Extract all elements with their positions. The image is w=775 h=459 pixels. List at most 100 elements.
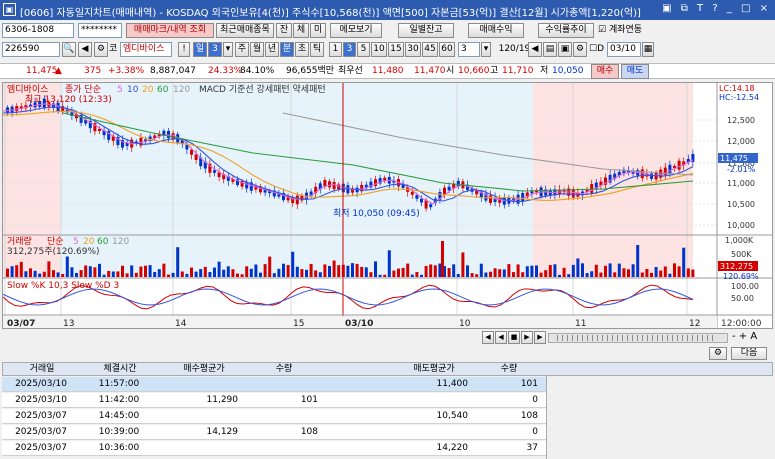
- date-checkbox[interactable]: ☐D: [589, 42, 604, 56]
- week-button[interactable]: 주: [235, 42, 249, 57]
- volume-bar: [493, 268, 497, 277]
- interval-60[interactable]: 60: [439, 42, 455, 57]
- volume-bar: [521, 272, 525, 277]
- warning-icon[interactable]: !: [178, 42, 190, 57]
- interval-10[interactable]: 10: [371, 42, 387, 57]
- next-button[interactable]: 다음: [731, 347, 767, 360]
- table-cell: 101: [300, 395, 318, 405]
- stock-name-field[interactable]: 엠디바이스: [120, 42, 172, 57]
- gear-icon[interactable]: ⚙: [573, 42, 587, 57]
- save-icon[interactable]: ▣: [558, 42, 572, 57]
- volume-bar: [29, 268, 32, 277]
- table-cell: 2025/03/07: [15, 427, 67, 437]
- settings-icon[interactable]: ⚙: [94, 42, 108, 57]
- volume-bar: [199, 269, 203, 277]
- day-button[interactable]: 일: [193, 42, 207, 57]
- nav-prev[interactable]: ◀: [495, 331, 507, 344]
- chevron-down-icon[interactable]: ▾: [481, 42, 491, 57]
- table-row[interactable]: 2025/03/10 11:57:00 11,400 101: [2, 377, 546, 392]
- daily-balance-button[interactable]: 일별잔고: [398, 23, 454, 38]
- year-button[interactable]: 년: [265, 42, 279, 57]
- table-cell: 11:42:00: [98, 395, 140, 405]
- chevron-left-icon[interactable]: ◀: [528, 42, 542, 57]
- session-band: [533, 83, 693, 235]
- speaker-icon[interactable]: ◀: [78, 42, 92, 57]
- gear-icon[interactable]: ⚙: [709, 347, 727, 360]
- balance-button[interactable]: 잔: [276, 23, 292, 38]
- volume-bar: [581, 263, 584, 277]
- interval-3[interactable]: 3: [343, 42, 356, 57]
- volume-bar: [75, 272, 78, 277]
- up-arrow-icon: ▲: [55, 66, 62, 76]
- price-tick: 10,500: [727, 200, 755, 209]
- date-input[interactable]: 03/10: [607, 42, 641, 57]
- tick-button[interactable]: 틱: [310, 42, 324, 57]
- nav-stop[interactable]: ■: [508, 331, 520, 344]
- table-row[interactable]: 2025/03/07 10:36:00 14,220 37: [2, 441, 546, 456]
- calendar-icon[interactable]: ▦: [642, 42, 654, 57]
- price-chart[interactable]: 엠디바이스 종가 단순 5 10 20 60 120 MACD 기준선 강세패턴…: [2, 82, 773, 329]
- chevron-down-icon[interactable]: ▾: [223, 42, 233, 57]
- volume-bar: [314, 270, 318, 277]
- horizontal-scrollbar[interactable]: [548, 333, 728, 343]
- volume-bar: [535, 265, 538, 277]
- window-controls[interactable]: ▣ ⧉ T ? _ □ ×: [662, 3, 771, 14]
- volume-bar: [447, 268, 451, 277]
- month-button[interactable]: 월: [250, 42, 264, 57]
- table-row[interactable]: 2025/03/10 11:42:00 11,290 101 0: [2, 393, 546, 408]
- executed-button[interactable]: 체: [293, 23, 309, 38]
- volume-bar: [571, 264, 575, 277]
- chart-icon[interactable]: ▤: [543, 42, 557, 57]
- volume-bar: [539, 272, 543, 277]
- profit-trend-button[interactable]: 수익률추이: [538, 23, 594, 38]
- volume-bar: [489, 271, 492, 277]
- sell-button[interactable]: 매도: [621, 64, 649, 79]
- interval-15[interactable]: 15: [388, 42, 404, 57]
- stock-code-input[interactable]: 226590: [2, 42, 60, 57]
- scroll-ticks: [557, 335, 717, 341]
- interval-1[interactable]: 1: [329, 42, 342, 57]
- nav-last[interactable]: ▶: [534, 331, 546, 344]
- volume-bar: [461, 252, 465, 277]
- candle: [650, 173, 653, 179]
- zoom-controls[interactable]: - + A: [732, 330, 757, 344]
- interval-45[interactable]: 45: [422, 42, 438, 57]
- x-label: 13: [63, 319, 74, 328]
- interval-30[interactable]: 30: [405, 42, 421, 57]
- vma60-legend: 60: [97, 237, 109, 247]
- nav-first[interactable]: ◀: [482, 331, 494, 344]
- trade-profit-button[interactable]: 매매수익: [468, 23, 524, 38]
- memo-button[interactable]: 메모보기: [330, 23, 382, 38]
- volume-bar: [576, 258, 580, 277]
- table-cell: 14,220: [436, 443, 469, 453]
- account-select[interactable]: 6306-1808: [2, 23, 74, 38]
- password-input[interactable]: ********: [78, 23, 122, 38]
- volume-bar: [102, 274, 106, 277]
- volume-bar: [585, 273, 589, 277]
- volume-bar: [139, 266, 143, 277]
- minute-button[interactable]: 분: [280, 42, 294, 57]
- account-link-checkbox[interactable]: ☑ 계좌연동: [598, 23, 642, 37]
- volume-bar: [236, 273, 239, 277]
- table-cell: 11:57:00: [98, 379, 140, 389]
- recent-stock-button[interactable]: 최근매매종목: [216, 23, 274, 38]
- volume-bar: [636, 244, 640, 277]
- search-icon[interactable]: 🔍: [62, 42, 76, 57]
- col-sell-avg: 매도평균가: [413, 364, 455, 374]
- interval-5[interactable]: 5: [357, 42, 370, 57]
- volume-bar: [456, 273, 460, 277]
- buy-button[interactable]: 매수: [591, 64, 619, 79]
- table-row[interactable]: 2025/03/07 10:39:00 14,129 108 0: [2, 425, 546, 440]
- table-cell: 14,129: [206, 427, 239, 437]
- candle: [502, 197, 506, 205]
- chart-svg: 엠디바이스 종가 단순 5 10 20 60 120 MACD 기준선 강세패턴…: [2, 83, 772, 329]
- unexecuted-button[interactable]: 미: [310, 23, 326, 38]
- n-select[interactable]: 3: [458, 42, 480, 57]
- day-count-select[interactable]: 3: [208, 42, 222, 57]
- trade-mark-button[interactable]: 매매마크/내역 조회: [126, 23, 214, 38]
- nav-next[interactable]: ▶: [521, 331, 533, 344]
- second-button[interactable]: 초: [295, 42, 309, 57]
- table-row[interactable]: 2025/03/07 14:45:00 10,540 108: [2, 409, 546, 424]
- volume-bar: [98, 263, 101, 277]
- toolbar-account: 6306-1808 ******** 매매마크/내역 조회 최근매매종목 잔 체…: [0, 22, 775, 40]
